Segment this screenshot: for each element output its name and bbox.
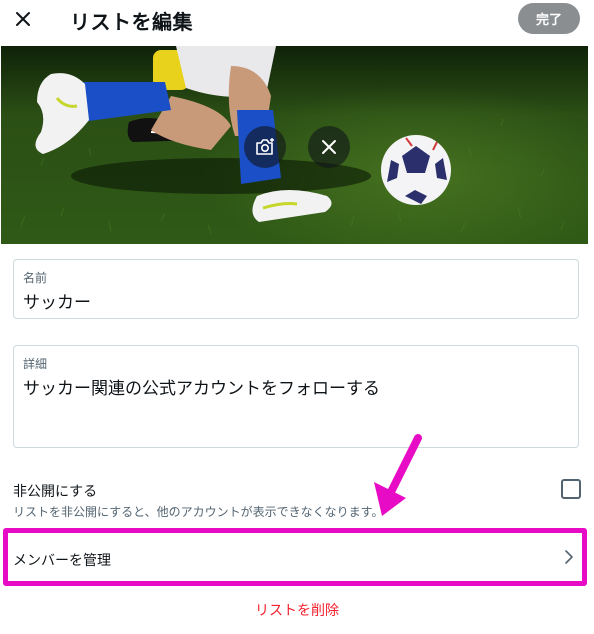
private-label: 非公開にする bbox=[13, 484, 98, 500]
description-input[interactable]: サッカー関連の公式アカウントをフォローする bbox=[23, 374, 380, 399]
description-label: 詳細 bbox=[23, 357, 48, 371]
remove-banner-button[interactable] bbox=[308, 126, 350, 168]
change-banner-button[interactable] bbox=[244, 126, 286, 168]
close-icon bbox=[322, 140, 336, 154]
banner-image bbox=[1, 46, 588, 244]
add-photo-icon bbox=[256, 138, 274, 155]
private-description: リストを非公開にすると、他のアカウントが表示できなくなります。 bbox=[13, 505, 384, 519]
manage-members-button[interactable]: メンバーを管理 bbox=[8, 533, 582, 581]
name-input[interactable]: サッカー bbox=[23, 288, 91, 313]
name-field[interactable]: 名前 サッカー bbox=[13, 259, 579, 319]
chevron-right-icon bbox=[565, 550, 573, 564]
soccer-photo bbox=[1, 46, 588, 244]
close-button[interactable] bbox=[8, 4, 38, 34]
close-icon bbox=[16, 12, 30, 26]
manage-members-label: メンバーを管理 bbox=[13, 553, 111, 569]
delete-list-button[interactable]: リストを削除 bbox=[0, 600, 594, 620]
name-label: 名前 bbox=[23, 271, 48, 285]
private-checkbox[interactable] bbox=[561, 479, 581, 499]
done-button[interactable]: 完了 bbox=[518, 3, 580, 34]
header: リストを編集 完了 bbox=[0, 0, 594, 46]
description-field[interactable]: 詳細 サッカー関連の公式アカウントをフォローする bbox=[13, 345, 579, 448]
page-title: リストを編集 bbox=[70, 10, 193, 34]
